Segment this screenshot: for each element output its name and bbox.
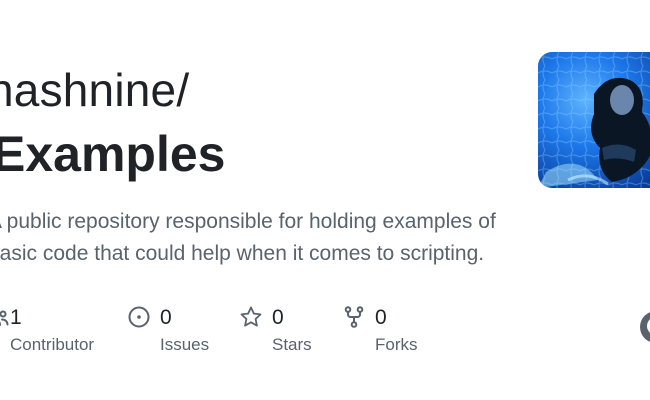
repo-stats: 1 Contributor 0 Issues 0 Stars 0 Forks xyxy=(0,302,440,362)
people-icon xyxy=(0,305,10,329)
issues-count: 0 xyxy=(160,306,172,329)
repo-social-card: nashnine/ Examples A public repository r… xyxy=(0,0,650,400)
stat-forks[interactable]: 0 Forks xyxy=(342,302,432,362)
github-mark-icon[interactable] xyxy=(638,309,650,345)
star-icon xyxy=(239,305,263,329)
stat-stars[interactable]: 0 Stars xyxy=(239,302,319,362)
stars-label: Stars xyxy=(272,335,312,354)
forks-label: Forks xyxy=(375,335,418,354)
contributors-label: Contributor xyxy=(10,335,95,354)
repo-name[interactable]: Examples xyxy=(0,124,225,184)
repo-owner[interactable]: nashnine/ xyxy=(0,62,189,118)
repo-forked-icon xyxy=(342,305,366,329)
owner-avatar[interactable] xyxy=(538,52,650,188)
stars-count: 0 xyxy=(272,306,284,329)
issues-label: Issues xyxy=(160,335,210,354)
stat-contributors[interactable]: 1 Contributor xyxy=(0,302,106,362)
stat-issues[interactable]: 0 Issues xyxy=(127,302,217,362)
repo-description: A public repository responsible for hold… xyxy=(0,210,496,265)
issue-opened-icon xyxy=(127,305,151,329)
forks-count: 0 xyxy=(375,306,387,329)
contributors-count: 1 xyxy=(10,306,22,329)
